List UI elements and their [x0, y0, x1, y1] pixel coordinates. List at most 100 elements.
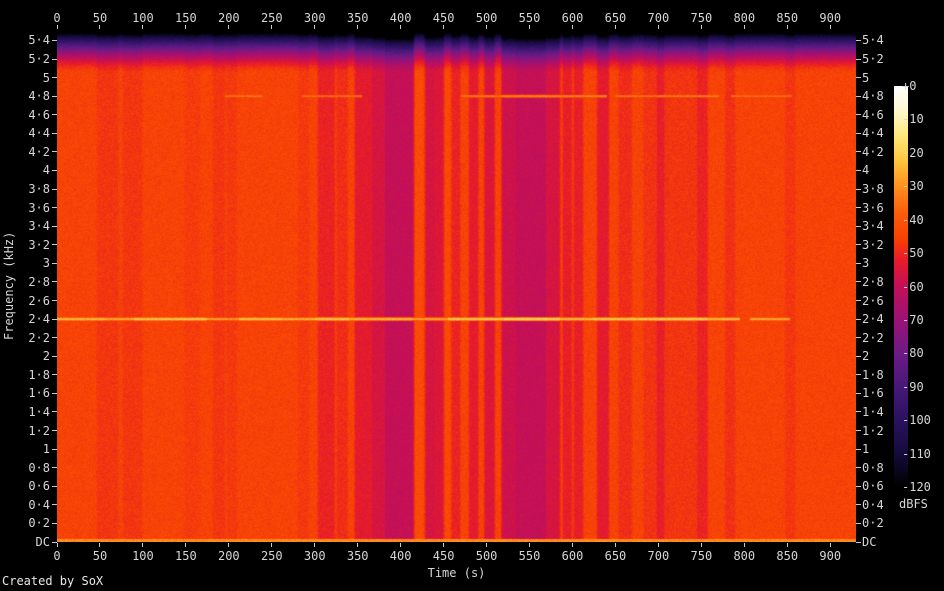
x-tick-label-top: 350: [336, 11, 380, 25]
y-tick-label-right: 5: [862, 71, 906, 85]
y-tick-right: [856, 59, 861, 60]
y-tick-label-left: 3·8: [0, 182, 50, 196]
x-tick-bottom: [787, 543, 788, 547]
x-tick-label-bottom: 350: [336, 549, 380, 563]
x-tick-top: [271, 25, 272, 29]
x-tick-label-top: 50: [78, 11, 122, 25]
x-tick-top: [185, 25, 186, 29]
x-tick-label-bottom: 250: [250, 549, 294, 563]
x-tick-label-top: 300: [293, 11, 337, 25]
y-tick-label-left: 4·8: [0, 89, 50, 103]
y-tick-left: [52, 374, 57, 375]
y-tick-label-left: 1·8: [0, 368, 50, 382]
y-tick-label-right: 1: [862, 442, 906, 456]
colorbar-tick-label: +0: [902, 79, 916, 93]
x-tick-label-bottom: 100: [121, 549, 165, 563]
y-tick-label-right: 0·8: [862, 461, 906, 475]
colorbar-tick-label: -110: [902, 447, 931, 461]
colorbar-tick-label: -70: [902, 313, 924, 327]
y-tick-right: [856, 151, 861, 152]
colorbar-tick-label: -40: [902, 213, 924, 227]
x-tick-label-top: 200: [207, 11, 251, 25]
y-tick-left: [52, 281, 57, 282]
y-tick-left: [52, 40, 57, 41]
x-tick-bottom: [744, 543, 745, 547]
y-tick-label-left: 2·6: [0, 294, 50, 308]
x-tick-bottom: [486, 543, 487, 547]
y-tick-label-left: 1·4: [0, 405, 50, 419]
x-tick-top: [99, 25, 100, 29]
y-tick-label-right: 2: [862, 349, 906, 363]
x-tick-label-top: 800: [722, 11, 766, 25]
x-tick-label-bottom: 800: [722, 549, 766, 563]
x-tick-label-bottom: 300: [293, 549, 337, 563]
x-tick-label-bottom: 600: [550, 549, 594, 563]
y-tick-label-left: 5·2: [0, 52, 50, 66]
y-tick-left: [52, 542, 57, 543]
y-tick-right: [856, 356, 861, 357]
x-tick-label-bottom: 550: [508, 549, 552, 563]
y-tick-label-left: 4·6: [0, 108, 50, 122]
y-tick-right: [856, 542, 861, 543]
y-tick-label-left: 3·6: [0, 201, 50, 215]
x-tick-label-bottom: 400: [379, 549, 423, 563]
x-tick-bottom: [99, 543, 100, 547]
y-tick-label-left: 2·2: [0, 331, 50, 345]
y-tick-label-right: 4·6: [862, 108, 906, 122]
colorbar-tick-label: -100: [902, 413, 931, 427]
y-tick-label-right: 2·8: [862, 275, 906, 289]
x-tick-top: [228, 25, 229, 29]
y-tick-label-left: 0·4: [0, 498, 50, 512]
x-tick-bottom: [701, 543, 702, 547]
x-tick-top: [615, 25, 616, 29]
y-tick-right: [856, 77, 861, 78]
y-tick-label-right: 3·4: [862, 219, 906, 233]
y-tick-label-right: 4·8: [862, 89, 906, 103]
y-tick-label-left: 3·2: [0, 238, 50, 252]
y-tick-label-right: 3: [862, 256, 906, 270]
x-tick-top: [400, 25, 401, 29]
x-tick-top: [830, 25, 831, 29]
y-tick-right: [856, 281, 861, 282]
x-tick-bottom: [400, 543, 401, 547]
colorbar-tick-label: -30: [902, 179, 924, 193]
y-tick-label-left: 1·2: [0, 424, 50, 438]
x-tick-label-bottom: 50: [78, 549, 122, 563]
y-tick-right: [856, 133, 861, 134]
y-tick-label-left: 4·2: [0, 145, 50, 159]
colorbar-tick-label: -10: [902, 112, 924, 126]
colorbar-tick-label: -90: [902, 380, 924, 394]
x-tick-bottom: [615, 543, 616, 547]
x-tick-label-bottom: 650: [593, 549, 637, 563]
y-tick-label-right: 3·6: [862, 201, 906, 215]
y-tick-label-left: DC: [0, 535, 50, 549]
x-tick-label-bottom: 450: [422, 549, 466, 563]
y-tick-left: [52, 133, 57, 134]
y-tick-left: [52, 96, 57, 97]
y-tick-left: [52, 467, 57, 468]
y-tick-label-right: 4·4: [862, 126, 906, 140]
y-tick-label-left: 5·4: [0, 33, 50, 47]
x-tick-label-top: 650: [593, 11, 637, 25]
x-tick-label-bottom: 200: [207, 549, 251, 563]
y-tick-right: [856, 411, 861, 412]
y-tick-label-left: 0·2: [0, 516, 50, 530]
x-tick-label-top: 100: [121, 11, 165, 25]
x-tick-top: [357, 25, 358, 29]
x-tick-bottom: [185, 543, 186, 547]
y-tick-left: [52, 207, 57, 208]
y-tick-label-left: 1: [0, 442, 50, 456]
y-tick-left: [52, 300, 57, 301]
y-tick-label-left: 4·4: [0, 126, 50, 140]
x-tick-label-bottom: 900: [808, 549, 852, 563]
x-tick-bottom: [443, 543, 444, 547]
y-tick-left: [52, 411, 57, 412]
y-tick-label-right: 3·2: [862, 238, 906, 252]
x-tick-label-top: 500: [465, 11, 509, 25]
y-tick-label-right: 2·2: [862, 331, 906, 345]
colorbar-tick-label: -60: [902, 280, 924, 294]
y-tick-label-right: 1·6: [862, 386, 906, 400]
colorbar-tick-label: -20: [902, 146, 924, 160]
y-tick-left: [52, 151, 57, 152]
y-tick-left: [52, 504, 57, 505]
